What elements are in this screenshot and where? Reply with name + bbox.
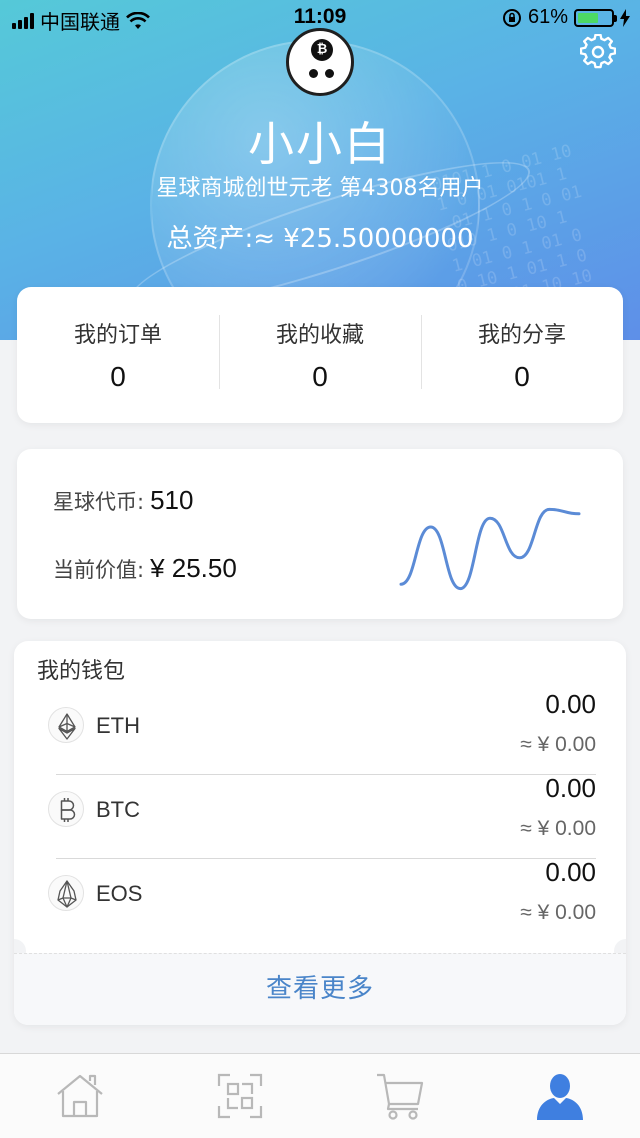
total-assets: 总资产:≈ ¥25.50000000 xyxy=(166,224,474,254)
ethereum-icon xyxy=(48,707,84,743)
price-sparkline xyxy=(399,507,581,591)
coin-amount: 0.00 xyxy=(545,857,596,887)
stat-favorites[interactable]: 我的收藏 0 xyxy=(219,315,421,393)
wallet-item-eos[interactable]: EOS 0.00 ≈ ¥ 0.00 xyxy=(48,857,596,943)
avatar-eye-left xyxy=(309,69,318,78)
profile-icon xyxy=(537,1074,583,1120)
wallet-title: 我的钱包 xyxy=(37,659,126,684)
bottom-tab-bar xyxy=(0,1053,640,1138)
sparkline-series xyxy=(399,507,581,591)
price-value: ¥ 25.50 xyxy=(150,553,237,583)
stat-label: 我的收藏 xyxy=(275,323,364,348)
cart-icon xyxy=(377,1073,424,1120)
token-balance-row: 星球代币: 510 xyxy=(53,485,193,516)
token-card[interactable]: 星球代币: 510 当前价值: ¥ 25.50 xyxy=(17,449,623,619)
token-value: 510 xyxy=(150,485,194,515)
tab-home[interactable] xyxy=(0,1054,160,1138)
stat-label: 我的订单 xyxy=(73,323,162,348)
coin-symbol: ETH xyxy=(96,713,140,738)
avatar[interactable]: ₿ xyxy=(286,28,354,96)
gear-icon[interactable] xyxy=(580,34,616,70)
stat-value: 0 xyxy=(514,361,530,392)
rotation-lock-icon xyxy=(502,8,521,27)
token-label: 星球代币: xyxy=(53,490,145,514)
avatar-eye-right xyxy=(325,69,334,78)
coin-fiat-value: ≈ ¥ 0.00 xyxy=(520,817,596,840)
stats-card: 我的订单 0 我的收藏 0 我的分享 0 xyxy=(17,287,623,423)
tab-profile[interactable] xyxy=(480,1054,640,1138)
coin-symbol: BTC xyxy=(96,797,140,822)
coin-amount: 0.00 xyxy=(545,689,596,719)
eos-icon xyxy=(48,875,84,911)
home-icon xyxy=(57,1074,103,1118)
coin-fiat-value: ≈ ¥ 0.00 xyxy=(520,901,596,924)
wallet-item-btc[interactable]: BTC 0.00 ≈ ¥ 0.00 xyxy=(48,773,596,859)
user-name: 小小白 xyxy=(248,118,392,170)
user-subtitle: 星球商城创世元老 第4308名用户 xyxy=(156,176,484,201)
bitcoin-icon xyxy=(48,791,84,827)
wallet-item-eth[interactable]: ETH 0.00 ≈ ¥ 0.00 xyxy=(48,689,596,775)
coin-amount: 0.00 xyxy=(545,773,596,803)
coin-symbol: EOS xyxy=(96,881,143,906)
battery-level xyxy=(578,12,598,23)
stat-value: 0 xyxy=(312,361,328,392)
tab-scan[interactable] xyxy=(160,1054,320,1138)
scan-icon xyxy=(217,1073,263,1119)
view-more-button[interactable]: 查看更多 xyxy=(14,953,626,1025)
stat-value: 0 xyxy=(110,361,126,392)
battery-icon xyxy=(574,8,617,27)
stat-orders[interactable]: 我的订单 0 xyxy=(17,317,219,393)
battery-percent: 61% xyxy=(527,6,568,28)
stat-shares[interactable]: 我的分享 0 xyxy=(421,315,623,393)
wallet-card: 我的钱包 ETH 0.00 ≈ ¥ 0.00 BTC 0.00 ≈ ¥ 0.00… xyxy=(14,641,626,1025)
bitcoin-icon: ₿ xyxy=(311,39,333,61)
token-price-row: 当前价值: ¥ 25.50 xyxy=(53,553,237,584)
tab-cart[interactable] xyxy=(320,1054,480,1138)
stat-label: 我的分享 xyxy=(477,323,566,348)
price-label: 当前价值: xyxy=(53,558,145,582)
coin-fiat-value: ≈ ¥ 0.00 xyxy=(520,733,596,756)
charging-bolt-icon xyxy=(620,8,630,27)
